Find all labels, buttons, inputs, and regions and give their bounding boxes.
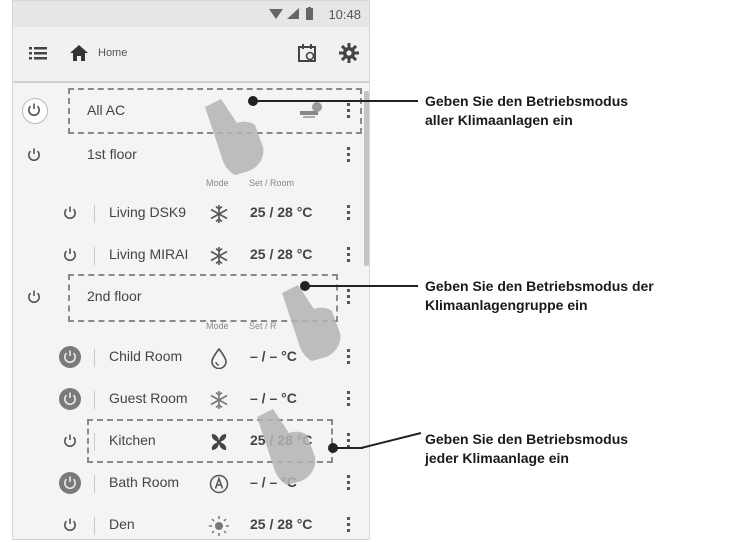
power-icon[interactable] [59,346,81,368]
status-bar: 10:48 [13,1,369,27]
callout-each: Geben Sie den Betriebsmodus jeder Klimaa… [425,430,628,468]
unit-label: Living MIRAI [109,246,189,262]
more-icon[interactable] [347,475,351,491]
more-icon[interactable] [347,517,351,533]
group-label: 1st floor [87,146,137,162]
callout-line [333,447,363,449]
callout-line-1: Geben Sie den Betriebsmodus [425,93,629,109]
gear-icon[interactable] [338,42,360,64]
power-icon[interactable] [59,472,81,494]
mode-column-header: Mode [206,321,229,331]
unit-label: Child Room [109,348,183,364]
schedule-icon[interactable] [296,42,318,64]
mode-column-header: Mode [206,178,229,188]
tap-hand-icon [205,99,264,175]
wifi-icon [269,9,283,19]
callout-line [360,432,422,449]
tap-hand-icon [282,285,341,361]
callout-line [305,285,418,287]
snowflake-icon [208,203,230,225]
divider [94,247,95,265]
status-time: 10:48 [328,7,361,22]
divider [94,205,95,223]
more-icon[interactable] [347,147,351,163]
power-icon[interactable] [59,514,81,536]
unit-row-living-dsk9[interactable]: Living DSK9 25 / 28 °C [13,193,369,233]
temperature-readout: – / – °C [250,390,297,406]
more-icon[interactable] [347,247,351,263]
callout-line-2: Klimaanlagengruppe ein [425,297,588,313]
set-room-column-header: Set / Room [249,178,295,188]
home-icon[interactable] [68,42,90,64]
temperature-readout: 25 / 28 °C [250,246,313,262]
unit-label: Living DSK9 [109,204,187,220]
callout-line-2: aller Klimaanlagen ein [425,112,573,128]
power-icon[interactable] [23,286,45,308]
set-room-column-header: Set / R [249,321,277,331]
divider [94,349,95,367]
auto-icon [208,473,230,495]
callout-line-1: Geben Sie den Betriebsmodus [425,431,629,447]
group-row-1st-floor[interactable]: 1st floor [13,135,369,175]
power-icon[interactable] [22,98,48,124]
power-icon[interactable] [59,388,81,410]
status-icons [267,7,319,21]
temperature-readout: 25 / 28 °C [250,516,313,532]
droplet-icon [208,347,230,370]
more-icon[interactable] [347,391,351,407]
unit-row-living-mirai[interactable]: Living MIRAI 25 / 28 °C [13,235,369,275]
callout-group: Geben Sie den Betriebsmodus der Klimaanl… [425,277,654,315]
power-icon[interactable] [59,430,81,452]
more-icon[interactable] [347,205,351,221]
power-icon[interactable] [59,202,81,224]
power-icon[interactable] [23,144,45,166]
scrollbar[interactable] [364,91,369,266]
power-icon[interactable] [59,244,81,266]
divider [94,475,95,493]
menu-icon[interactable] [27,42,49,64]
snowflake-icon [208,245,230,267]
battery-icon [306,7,313,20]
snowflake-icon [208,389,230,411]
signal-icon [287,8,299,19]
phone-screen: 10:48 Home All AC 1st floor Mode Set / R… [12,0,370,540]
callout-all-ac: Geben Sie den Betriebsmodus aller Klimaa… [425,92,628,130]
tap-hand-icon [257,409,316,485]
sun-icon [208,515,230,537]
unit-label: Bath Room [109,474,180,490]
divider [94,517,95,535]
unit-label: Den [109,516,135,532]
unit-row-den[interactable]: Den 25 / 28 °C [13,505,369,539]
unit-label: Guest Room [109,390,188,406]
app-bar: Home [13,27,369,83]
callout-line-2: jeder Klimaanlage ein [425,450,569,466]
divider [94,391,95,409]
callout-line-1: Geben Sie den Betriebsmodus der [425,278,654,294]
page-title: Home [98,47,128,59]
temperature-readout: 25 / 28 °C [250,204,313,220]
callout-line [253,100,418,102]
